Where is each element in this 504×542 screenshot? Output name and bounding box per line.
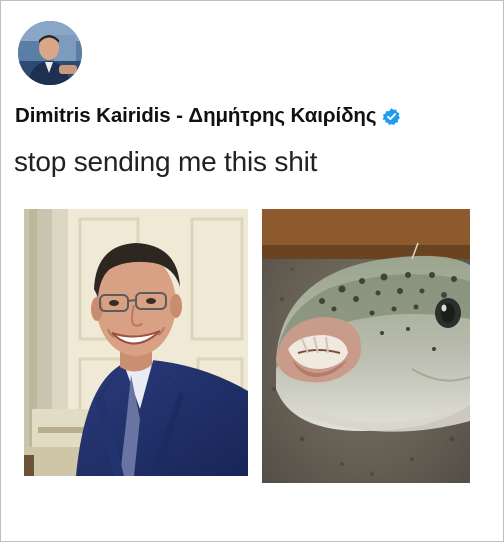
tweet-card: Dimitris Kairidis - Δημήτρης Καιρίδης st… bbox=[0, 0, 504, 542]
author-row: Dimitris Kairidis - Δημήτρης Καιρίδης bbox=[15, 104, 401, 128]
avatar[interactable] bbox=[18, 21, 82, 85]
media-photo-fish[interactable] bbox=[262, 209, 470, 483]
tweet-text: stop sending me this shit bbox=[14, 146, 318, 177]
media-photo-man[interactable] bbox=[24, 209, 248, 476]
pufferfish-image bbox=[262, 209, 470, 483]
man-in-suit-image bbox=[24, 209, 248, 476]
verified-badge-icon bbox=[382, 107, 401, 125]
avatar-image bbox=[18, 21, 82, 85]
author-name[interactable]: Dimitris Kairidis - Δημήτρης Καιρίδης bbox=[15, 104, 376, 128]
